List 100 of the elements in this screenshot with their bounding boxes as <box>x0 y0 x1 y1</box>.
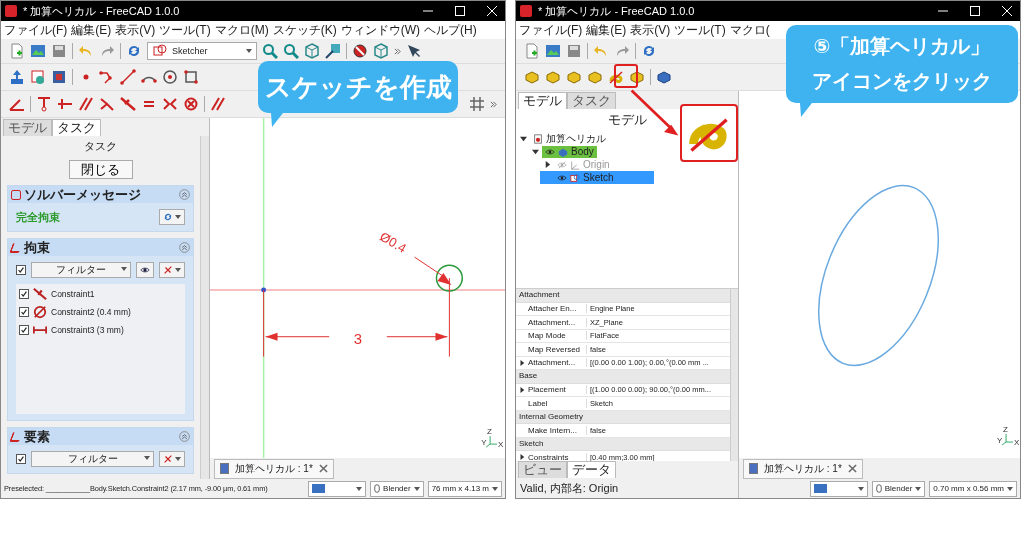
scrollbar[interactable] <box>200 136 209 479</box>
tangent-icon[interactable] <box>120 96 136 112</box>
line-icon[interactable] <box>120 69 136 85</box>
parallel-icon[interactable] <box>78 96 94 112</box>
tree-row[interactable]: Body <box>528 145 642 158</box>
cube-view-icon[interactable] <box>373 43 389 59</box>
refresh-dropdown[interactable] <box>159 209 185 225</box>
tools-dropdown[interactable] <box>159 451 185 467</box>
expanded-arrow-icon[interactable] <box>532 148 539 155</box>
whats-this-icon[interactable] <box>406 43 422 59</box>
filter-dropdown[interactable]: フィルター <box>31 262 131 278</box>
navigation-style-dropdown[interactable]: Blender <box>871 480 926 497</box>
menu-item[interactable]: ツール(T) <box>159 21 211 39</box>
coincident-icon[interactable] <box>36 96 52 112</box>
menu-item[interactable]: ツール(T) <box>674 21 726 39</box>
save-icon[interactable] <box>51 43 67 59</box>
polyline-icon[interactable] <box>99 69 115 85</box>
property-tab[interactable]: ビュー <box>518 461 567 478</box>
box-icon[interactable] <box>629 69 645 85</box>
rectangle-icon[interactable] <box>183 69 199 85</box>
property-group[interactable]: Attachment <box>516 289 730 303</box>
pipe-icon[interactable] <box>587 69 603 85</box>
draw-style-dropdown[interactable] <box>809 480 868 497</box>
document-tab[interactable]: 加算ヘリカル : 1* <box>743 458 863 479</box>
panel-tab[interactable]: モデル <box>518 92 567 109</box>
block-icon[interactable] <box>183 96 199 112</box>
expanded-arrow-icon[interactable] <box>520 135 527 142</box>
sketch-view-icon[interactable] <box>30 69 46 85</box>
tree-item[interactable]: 加算ヘリカル <box>530 132 609 145</box>
perpendicular-icon[interactable] <box>99 96 115 112</box>
panel-tab[interactable]: タスク <box>567 92 616 109</box>
checkbox[interactable] <box>19 289 29 299</box>
collapse-icon[interactable] <box>179 431 190 442</box>
checkbox[interactable] <box>19 325 29 335</box>
menu-item[interactable]: ファイル(F) <box>519 21 583 39</box>
dimension-icon[interactable] <box>210 96 226 112</box>
double-chevron-icon[interactable] <box>394 47 401 55</box>
menu-item[interactable]: マクロ(M) <box>214 21 269 39</box>
cube-view-icon[interactable] <box>304 43 320 59</box>
scrollbar[interactable] <box>730 289 738 461</box>
tree-item[interactable]: Sketch <box>554 171 617 184</box>
horizontal-icon[interactable] <box>57 96 73 112</box>
expand-arrow-icon[interactable] <box>519 386 525 393</box>
close-task-button[interactable]: 閉じる <box>68 160 133 179</box>
symmetric-icon[interactable] <box>162 96 178 112</box>
draw-style-dropdown[interactable] <box>308 480 367 497</box>
menu-item[interactable]: ウィンドウ(W) <box>340 21 420 39</box>
tree-row[interactable]: Sketch <box>540 171 654 184</box>
collapse-icon[interactable] <box>179 242 190 253</box>
dimension-label[interactable]: 3 <box>353 330 363 347</box>
menu-item[interactable]: ヘルプ(H) <box>424 21 477 39</box>
section-icon[interactable] <box>51 69 67 85</box>
checkbox[interactable] <box>16 454 26 464</box>
dimension-label[interactable]: Ø0.4 <box>377 228 410 256</box>
maximize-icon[interactable] <box>970 6 980 16</box>
document-tab[interactable]: 加算ヘリカル : 1* <box>214 458 334 479</box>
revolution-icon[interactable] <box>545 69 561 85</box>
menu-item[interactable]: 編集(E) <box>586 21 627 39</box>
circle-icon[interactable] <box>162 69 178 85</box>
checkbox[interactable] <box>16 265 26 275</box>
expand-arrow-icon[interactable] <box>519 454 525 461</box>
pad-icon[interactable] <box>524 69 540 85</box>
menu-item[interactable]: 表示(V) <box>115 21 156 39</box>
workbench-dropdown[interactable]: Sketcher <box>147 42 257 60</box>
checkbox[interactable] <box>19 307 29 317</box>
filter-dropdown[interactable]: フィルター <box>31 451 154 467</box>
menu-item[interactable]: マクロ( <box>729 21 770 39</box>
pocket-icon[interactable] <box>656 69 672 85</box>
tools-dropdown[interactable] <box>159 262 185 278</box>
new-document-icon[interactable] <box>524 43 540 59</box>
navigation-style-dropdown[interactable]: Blender <box>370 480 424 497</box>
grid-icon[interactable] <box>469 96 485 112</box>
collapse-icon[interactable] <box>179 189 190 200</box>
view-size-dropdown[interactable]: 76 mm x 4.13 m <box>427 480 502 497</box>
new-document-icon[interactable] <box>9 43 25 59</box>
sketch-circle[interactable] <box>435 264 464 292</box>
expand-arrow-icon[interactable] <box>519 359 525 366</box>
collapsed-arrow-icon[interactable] <box>544 161 551 168</box>
menu-item[interactable]: スケッチ(K) <box>272 21 337 39</box>
view-size-dropdown[interactable]: 0.70 mm x 0.56 mm <box>929 480 1017 497</box>
box-select-icon[interactable] <box>325 43 341 59</box>
leader-line[interactable] <box>414 256 452 285</box>
menu-item[interactable]: ファイル(F) <box>4 21 68 39</box>
panel-tab[interactable]: モデル <box>3 119 52 136</box>
menu-item[interactable]: 表示(V) <box>630 21 671 39</box>
zoom-in-icon[interactable] <box>262 43 278 59</box>
tree-item[interactable]: Body <box>542 145 597 158</box>
save-icon[interactable] <box>566 43 582 59</box>
no-entry-icon[interactable] <box>352 43 368 59</box>
double-chevron-icon[interactable] <box>490 100 497 108</box>
origin-point[interactable] <box>261 287 267 293</box>
maximize-icon[interactable] <box>455 6 465 16</box>
open-icon[interactable] <box>30 43 46 59</box>
dimension-line[interactable] <box>263 277 450 358</box>
zoom-out-icon[interactable] <box>283 43 299 59</box>
property-group[interactable]: Base <box>516 370 730 384</box>
constraint-item[interactable]: Constraint3 (3 mm) <box>51 325 124 335</box>
refresh-icon[interactable] <box>641 43 657 59</box>
constraint-item[interactable]: Constraint1 <box>51 289 95 299</box>
open-icon[interactable] <box>545 43 561 59</box>
